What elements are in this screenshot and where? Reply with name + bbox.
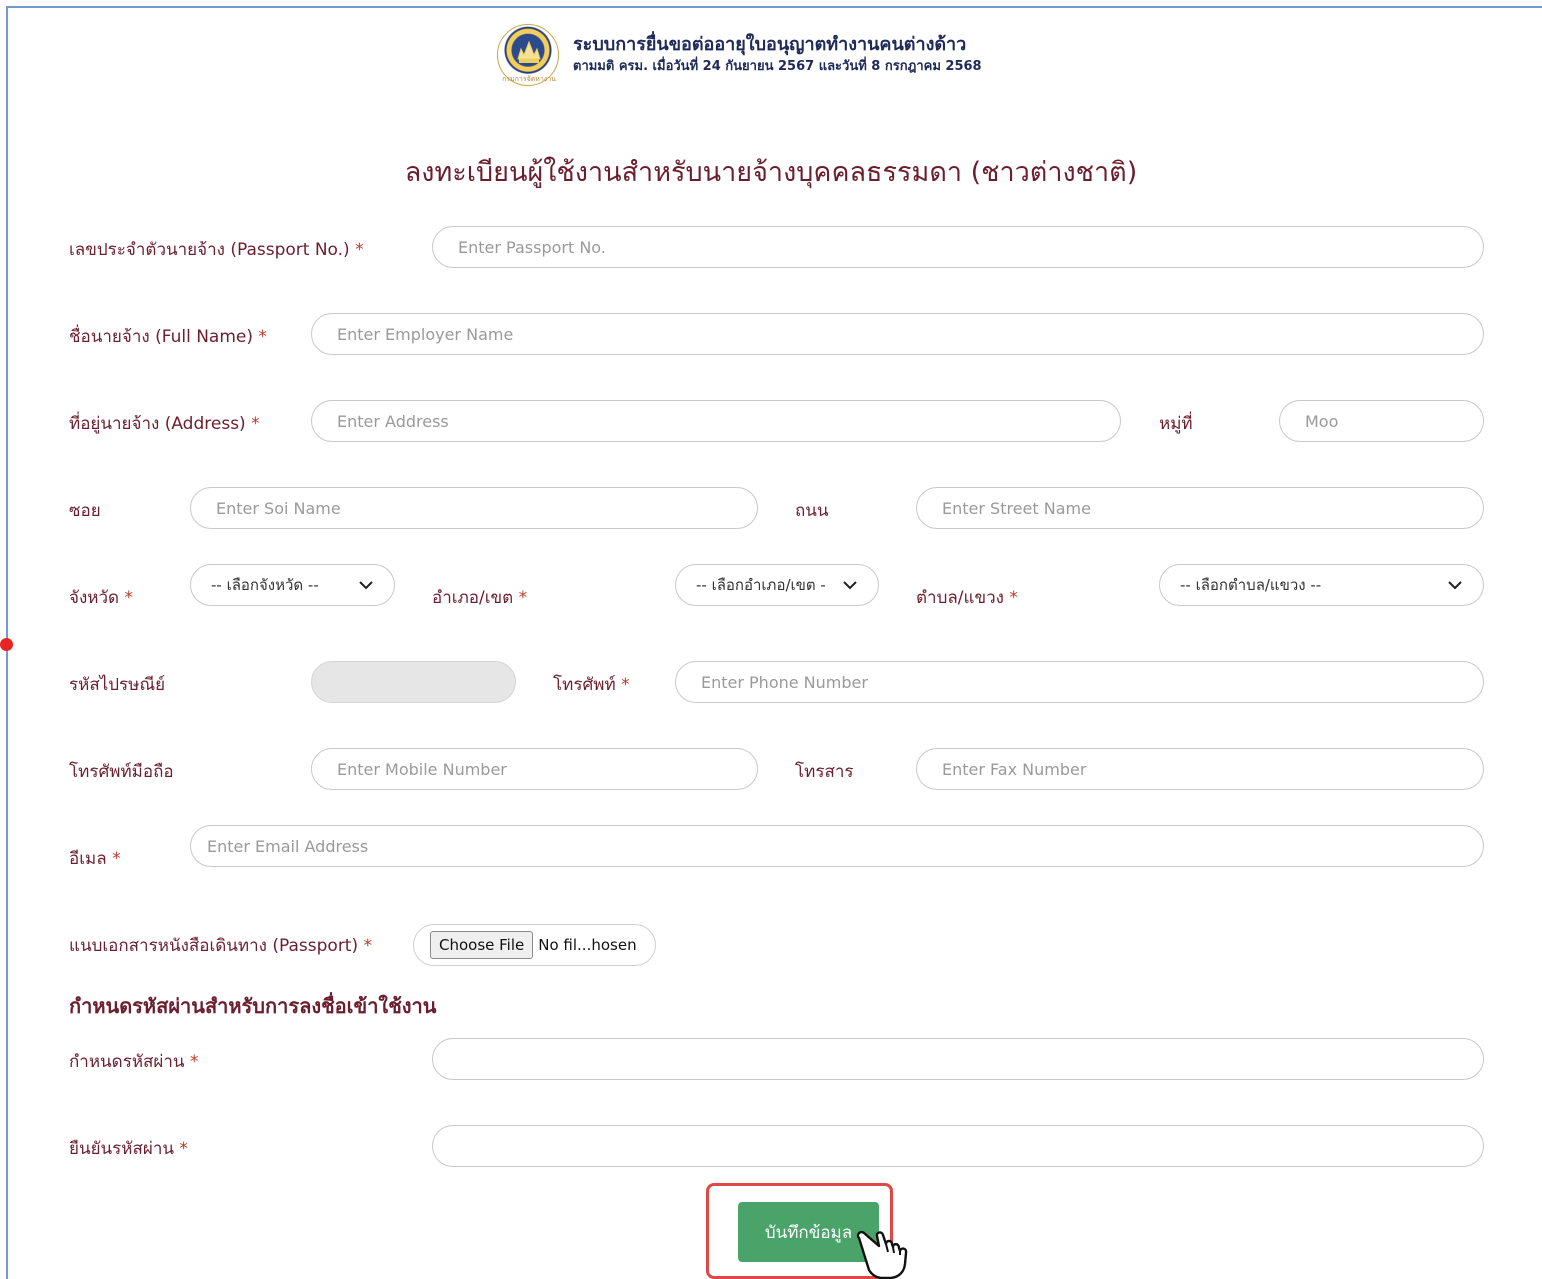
passport-label: เลขประจำตัวนายจ้าง (Passport No.) *: [69, 236, 364, 263]
required-mark: *: [251, 414, 260, 434]
phone-label-text: โทรศัพท์: [553, 675, 616, 695]
address-label: ที่อยู่นายจ้าง (Address) *: [69, 410, 260, 437]
choose-file-button[interactable]: Choose File: [430, 931, 534, 959]
subdistrict-select[interactable]: -- เลือกตำบล/แขวง --: [1159, 564, 1484, 606]
district-label: อำเภอ/เขต *: [432, 584, 527, 611]
password-input[interactable]: [432, 1038, 1484, 1080]
soi-label: ซอย: [69, 501, 101, 521]
red-marker-dot: [0, 638, 13, 651]
chevron-down-icon: [843, 581, 857, 590]
required-mark: *: [363, 936, 373, 956]
chevron-down-icon: [1448, 581, 1462, 590]
email-input[interactable]: [190, 825, 1484, 867]
required-mark: *: [1009, 588, 1018, 608]
hand-pointer-cursor-icon: [856, 1230, 908, 1279]
phone-label: โทรศัพท์ *: [553, 671, 630, 698]
phone-input[interactable]: [675, 661, 1484, 703]
required-mark: *: [621, 675, 630, 695]
required-mark: *: [355, 240, 364, 260]
moo-input[interactable]: [1279, 400, 1484, 442]
attachment-label: แนบเอกสารหนังสือเดินทาง (Passport) *: [69, 932, 372, 959]
site-header: กรมการจัดหางาน ระบบการยื่นขอต่ออายุใบอนุ…: [497, 24, 982, 86]
confirm-password-label: ยืนยันรหัสผ่าน *: [69, 1135, 188, 1162]
address-input[interactable]: [311, 400, 1121, 442]
mobile-label: โทรศัพท์มือถือ: [69, 762, 174, 782]
seal-text: กรมการจัดหางาน: [502, 75, 556, 83]
province-select[interactable]: -- เลือกจังหวัด --: [190, 564, 395, 606]
subdistrict-label-text: ตำบล/แขวง: [916, 588, 1004, 608]
file-name-text: No fil...hosen: [538, 936, 637, 954]
address-label-text: ที่อยู่นายจ้าง (Address): [69, 414, 246, 434]
required-mark: *: [189, 1052, 199, 1072]
fax-label: โทรสาร: [795, 762, 854, 782]
full-name-input[interactable]: [311, 313, 1484, 355]
full-name-label-text: ชื่อนายจ้าง (Full Name): [69, 327, 253, 347]
page-title: ลงทะเบียนผู้ใช้งานสำหรับนายจ้างบุคคลธรรม…: [404, 157, 1138, 188]
mobile-input[interactable]: [311, 748, 758, 790]
confirm-password-label-text: ยืนยันรหัสผ่าน: [69, 1139, 175, 1159]
district-selected-value: -- เลือกอำเภอ/เขต -: [696, 576, 826, 594]
passport-input[interactable]: [432, 226, 1484, 268]
moo-label: หมู่ที่: [1159, 414, 1193, 434]
street-label: ถนน: [795, 501, 829, 521]
required-mark: *: [258, 327, 267, 347]
required-mark: *: [179, 1139, 188, 1159]
subdistrict-selected-value: -- เลือกตำบล/แขวง --: [1180, 576, 1322, 594]
email-label-text: อีเมล: [69, 849, 107, 869]
page-frame: [6, 6, 1542, 1279]
passport-label-text: เลขประจำตัวนายจ้าง (Passport No.): [69, 240, 350, 260]
required-mark: *: [124, 588, 133, 608]
attachment-label-text: แนบเอกสารหนังสือเดินทาง (Passport): [69, 936, 359, 956]
system-subtitle: ตามมติ ครม. เมื่อวันที่ 24 กันยายน 2567 …: [573, 59, 982, 74]
province-selected-value: -- เลือกจังหวัด --: [211, 576, 319, 594]
fax-input[interactable]: [916, 748, 1484, 790]
password-label-text: กำหนดรหัสผ่าน: [69, 1052, 185, 1072]
subdistrict-label: ตำบล/แขวง *: [916, 584, 1018, 611]
street-input[interactable]: [916, 487, 1484, 529]
passport-file-input[interactable]: Choose File No fil...hosen: [413, 924, 656, 966]
chevron-down-icon: [359, 581, 373, 590]
province-label: จังหวัด *: [69, 584, 133, 611]
password-label: กำหนดรหัสผ่าน *: [69, 1048, 198, 1075]
required-mark: *: [518, 588, 528, 608]
system-title: ระบบการยื่นขอต่ออายุใบอนุญาตทำงานคนต่างด…: [573, 34, 967, 55]
district-select[interactable]: -- เลือกอำเภอ/เขต -: [675, 564, 879, 606]
province-label-text: จังหวัด: [69, 588, 120, 608]
district-label-text: อำเภอ/เขต: [432, 588, 514, 608]
soi-input[interactable]: [190, 487, 758, 529]
password-section-heading: กำหนดรหัสผ่านสำหรับการลงชื่อเข้าใช้งาน: [69, 994, 437, 1018]
postcode-label: รหัสไปรษณีย์: [69, 675, 166, 695]
required-mark: *: [112, 849, 121, 869]
email-label: อีเมล *: [69, 845, 121, 872]
postcode-input: [311, 661, 516, 703]
confirm-password-input[interactable]: [432, 1125, 1484, 1167]
department-seal-logo: กรมการจัดหางาน: [497, 24, 559, 86]
full-name-label: ชื่อนายจ้าง (Full Name) *: [69, 323, 267, 350]
